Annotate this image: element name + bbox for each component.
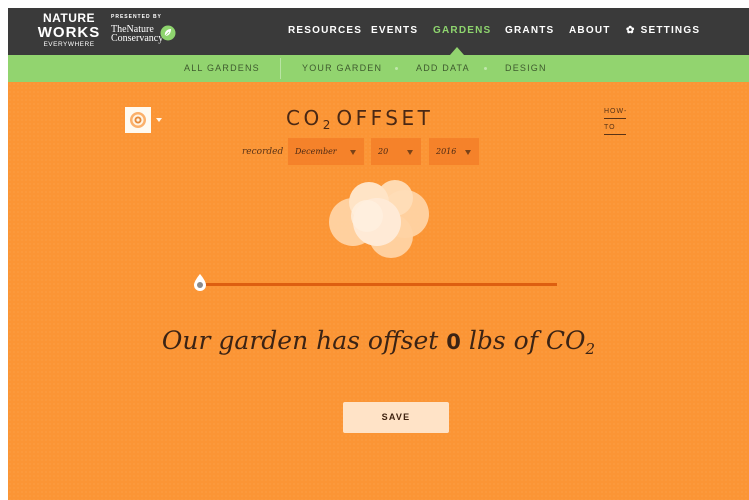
- co2-offset-panel: CO2 OFFSET HOW- TO recorded December 20 2…: [8, 82, 749, 500]
- title-subscript: 2: [322, 118, 331, 132]
- chevron-down-icon: [407, 150, 413, 155]
- offset-text-after: lbs of CO: [468, 326, 586, 355]
- day-select-value: 20: [378, 147, 389, 156]
- nav-resources[interactable]: RESOURCES: [288, 25, 362, 36]
- chevron-down-icon[interactable]: [156, 118, 162, 122]
- how-to-line-1: HOW-: [604, 108, 626, 119]
- day-select[interactable]: 20: [371, 138, 421, 165]
- nav-gardens[interactable]: GARDENS: [433, 25, 491, 36]
- subnav-divider: [280, 58, 281, 79]
- sunflower-icon: [130, 112, 146, 128]
- title-offset: OFFSET: [336, 106, 434, 130]
- garden-selector[interactable]: [125, 107, 151, 133]
- offset-value: 0: [446, 330, 461, 354]
- subnav-separator-dot: [484, 67, 487, 70]
- offset-text-subscript: 2: [585, 340, 596, 358]
- top-navigation-bar: NATURE WORKS EVERYWHERE PRESENTED BY The…: [8, 8, 749, 55]
- co2-slider-track[interactable]: [201, 283, 557, 286]
- save-button[interactable]: SAVE: [343, 402, 449, 433]
- offset-summary: Our garden has offset 0 lbs of CO2: [8, 326, 749, 358]
- offset-text-before: Our garden has offset: [161, 326, 439, 355]
- how-to-link[interactable]: HOW- TO: [604, 108, 626, 140]
- page-title: CO2 OFFSET: [286, 106, 433, 132]
- subnav-all-gardens[interactable]: ALL GARDENS: [184, 63, 260, 73]
- year-select[interactable]: 2016: [429, 138, 479, 165]
- active-nav-caret: [450, 47, 464, 55]
- nav-grants[interactable]: GRANTS: [505, 25, 554, 36]
- main-nav: RESOURCES EVENTS GARDENS GRANTS ABOUT ✿ S…: [8, 8, 749, 55]
- co2-cloud-illustration: [329, 180, 429, 258]
- gardens-subnav: ALL GARDENS YOUR GARDEN ADD DATA DESIGN: [8, 55, 749, 82]
- subnav-your-garden[interactable]: YOUR GARDEN: [302, 63, 382, 73]
- how-to-line-2: TO: [604, 124, 626, 135]
- chevron-down-icon: [465, 150, 471, 155]
- month-select[interactable]: December: [288, 138, 364, 165]
- year-select-value: 2016: [436, 147, 457, 156]
- nav-about[interactable]: ABOUT: [569, 25, 611, 36]
- title-co: CO: [286, 106, 323, 130]
- month-select-value: December: [295, 147, 337, 156]
- subnav-separator-dot: [395, 67, 398, 70]
- recorded-label: recorded: [242, 147, 284, 157]
- nav-settings-label: SETTINGS: [640, 25, 701, 36]
- chevron-down-icon: [350, 150, 356, 155]
- subnav-design[interactable]: DESIGN: [505, 63, 547, 73]
- gear-icon: ✿: [626, 25, 636, 36]
- slider-handle[interactable]: [192, 274, 208, 292]
- subnav-add-data[interactable]: ADD DATA: [416, 63, 470, 73]
- nav-events[interactable]: EVENTS: [371, 25, 418, 36]
- nav-settings[interactable]: ✿ SETTINGS: [626, 25, 700, 36]
